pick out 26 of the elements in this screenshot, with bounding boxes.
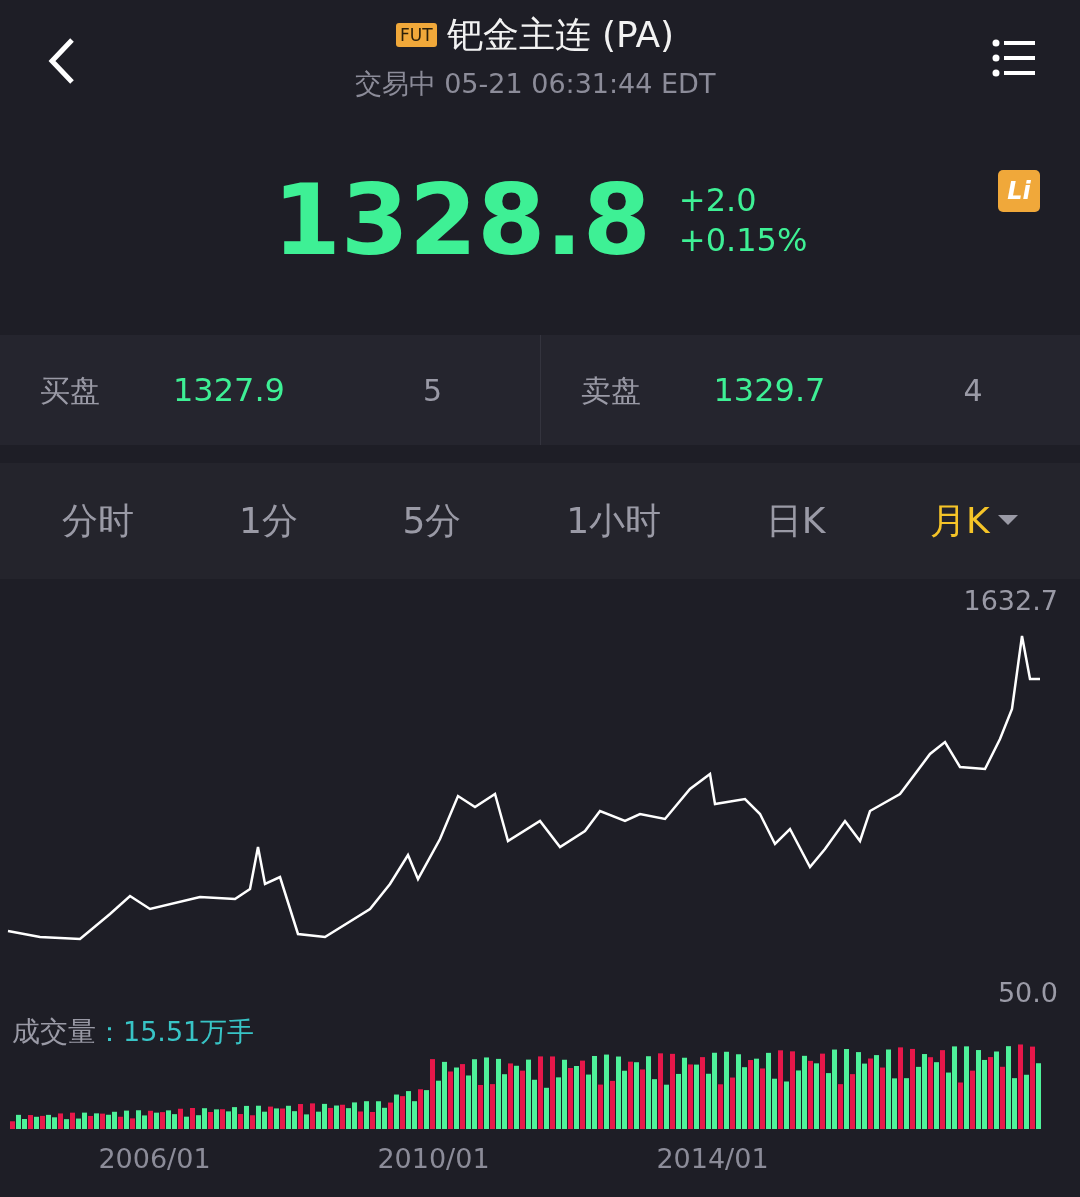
percent-change: +0.15% (678, 220, 808, 260)
order-side-label: 买盘 (40, 371, 101, 410)
chart-max-label: 1632.7 (963, 584, 1058, 618)
period-tab[interactable]: 5分 (402, 494, 462, 548)
volume-max-label: 50.0 (997, 976, 1058, 1010)
period-tab[interactable]: 分时 (62, 494, 135, 548)
order-size: 4 (963, 371, 983, 410)
date-axis-label: 2010/01 (376, 1142, 491, 1176)
order-size: 5 (423, 371, 443, 410)
futures-badge: FUT (395, 23, 437, 47)
date-axis-label: 2006/01 (97, 1142, 212, 1176)
period-tab[interactable]: 月K (930, 494, 1018, 548)
period-tab[interactable]: 1分 (239, 494, 298, 548)
menu-icon[interactable] (992, 38, 1036, 78)
instrument-title: 钯金主连 (PA) (446, 13, 675, 57)
order-side-label: 卖盘 (580, 371, 642, 410)
period-tab[interactable]: 1小时 (566, 494, 662, 548)
date-axis-label: 2014/01 (655, 1142, 770, 1176)
last-price: 1328.8 (272, 171, 651, 269)
price-change: +2.0 (678, 180, 758, 220)
volume-label: 成交量 (12, 1014, 96, 1050)
order-price: 1329.7 (713, 370, 827, 411)
volume-value: ：15.51万手 (96, 1014, 255, 1049)
period-tab[interactable]: 日K (765, 494, 826, 548)
trading-status: 交易中 05-21 06:31:44 EDT (354, 67, 716, 101)
order-price: 1327.9 (173, 370, 286, 411)
